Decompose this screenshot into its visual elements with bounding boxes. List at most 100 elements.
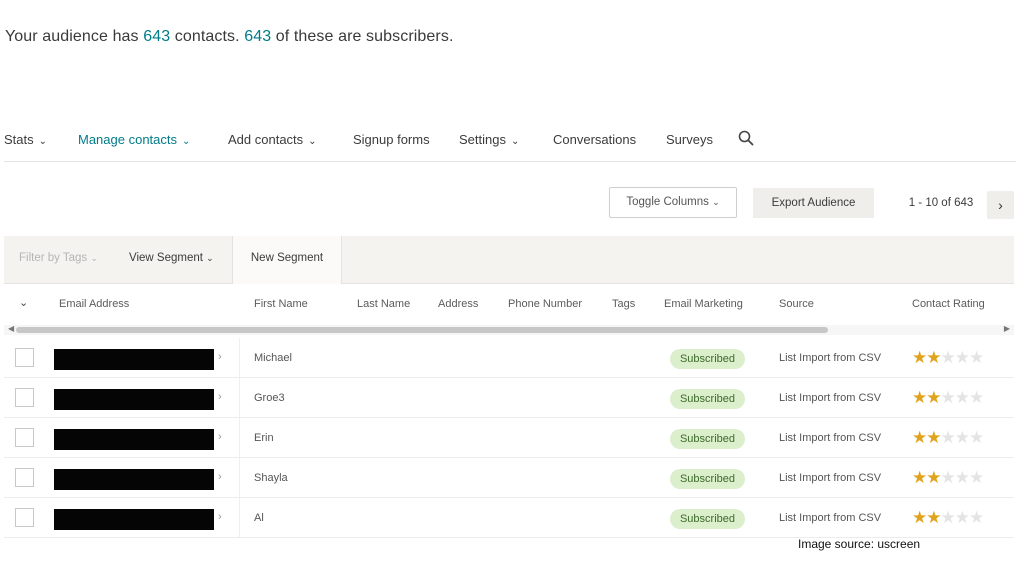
- first-name-cell: Erin: [254, 432, 274, 444]
- star-icon[interactable]: ★: [941, 388, 956, 407]
- star-icon[interactable]: ★: [912, 388, 927, 407]
- view-segment-dropdown[interactable]: View Segment ⌄: [129, 252, 214, 264]
- row-checkbox[interactable]: [15, 468, 34, 487]
- chevron-right-icon[interactable]: ›: [218, 471, 222, 483]
- chevron-down-icon: ⌄: [182, 136, 191, 147]
- star-icon[interactable]: ★: [912, 348, 927, 367]
- table-row[interactable]: › Michael Subscribed List Import from CSV ★★…: [4, 338, 1014, 378]
- audience-nav: Stats ⌄ Manage contacts ⌄ Add contacts ⌄ Si…: [4, 130, 1016, 162]
- status-badge: Subscribed: [670, 509, 745, 529]
- star-icon[interactable]: ★: [926, 508, 941, 527]
- redacted-email: [54, 509, 214, 530]
- star-icon[interactable]: ★: [926, 388, 941, 407]
- chevron-right-icon[interactable]: ›: [218, 431, 222, 443]
- star-icon[interactable]: ★: [912, 428, 927, 447]
- source-cell: List Import from CSV: [779, 472, 882, 484]
- star-icon[interactable]: ★: [969, 428, 984, 447]
- nav-conversations[interactable]: Conversations: [553, 132, 636, 147]
- scroll-thumb[interactable]: [16, 327, 828, 333]
- row-checkbox[interactable]: [15, 348, 34, 367]
- scroll-right-icon[interactable]: ▶: [1004, 324, 1010, 333]
- star-icon[interactable]: ★: [941, 508, 956, 527]
- chevron-down-icon: ⌄: [712, 197, 720, 207]
- new-segment-label: New Segment: [250, 252, 324, 264]
- nav-manage-contacts[interactable]: Manage contacts ⌄: [78, 132, 190, 147]
- source-cell: List Import from CSV: [779, 512, 882, 524]
- table-header: ⌄ Email Address First Name Last Name Add…: [4, 285, 1014, 325]
- search-icon[interactable]: [738, 130, 754, 146]
- nav-settings[interactable]: Settings ⌄: [459, 132, 519, 147]
- horizontal-scrollbar[interactable]: ◀ ▶: [4, 324, 1014, 335]
- contacts-count: 643: [143, 28, 171, 45]
- column-divider: [239, 458, 240, 498]
- col-first-name[interactable]: First Name: [254, 298, 308, 310]
- table-row[interactable]: › Erin Subscribed List Import from CSV ★★★★★: [4, 418, 1014, 458]
- chevron-down-icon[interactable]: ⌄: [19, 296, 28, 309]
- filter-bar: Filter by Tags ⌄ View Segment ⌄ New Segm…: [4, 236, 1014, 284]
- chevron-right-icon[interactable]: ›: [218, 391, 222, 403]
- star-icon[interactable]: ★: [969, 508, 984, 527]
- star-icon[interactable]: ★: [912, 468, 927, 487]
- scroll-left-icon[interactable]: ◀: [8, 324, 14, 333]
- table-row[interactable]: › Al Subscribed List Import from CSV ★★★★★: [4, 498, 1014, 538]
- nav-surveys[interactable]: Surveys: [666, 132, 713, 147]
- star-icon[interactable]: ★: [941, 348, 956, 367]
- star-icon[interactable]: ★: [969, 388, 984, 407]
- row-checkbox[interactable]: [15, 428, 34, 447]
- row-checkbox[interactable]: [15, 388, 34, 407]
- col-phone-number[interactable]: Phone Number: [508, 298, 582, 310]
- nav-stats[interactable]: Stats ⌄: [4, 132, 47, 147]
- col-contact-rating[interactable]: Contact Rating: [912, 298, 985, 310]
- chevron-right-icon: ›: [998, 197, 1003, 213]
- next-page-button[interactable]: ›: [987, 191, 1014, 219]
- redacted-email: [54, 469, 214, 490]
- source-cell: List Import from CSV: [779, 432, 882, 444]
- toggle-columns-button[interactable]: Toggle Columns ⌄: [609, 187, 737, 218]
- nav-add-contacts[interactable]: Add contacts ⌄: [228, 132, 317, 147]
- status-badge: Subscribed: [670, 429, 745, 449]
- star-icon[interactable]: ★: [969, 348, 984, 367]
- audience-summary: Your audience has 643 contacts. 643 of t…: [5, 28, 454, 46]
- nav-conversations-label: Conversations: [553, 132, 637, 147]
- chevron-down-icon: ⌄: [308, 136, 317, 147]
- col-address[interactable]: Address: [438, 298, 478, 310]
- filter-by-tags-label: Filter by Tags: [19, 252, 88, 264]
- chevron-down-icon: ⌄: [38, 136, 48, 147]
- star-icon[interactable]: ★: [926, 348, 941, 367]
- star-icon[interactable]: ★: [941, 468, 956, 487]
- col-email-marketing[interactable]: Email Marketing: [664, 298, 743, 310]
- row-checkbox[interactable]: [15, 508, 34, 527]
- summary-prefix: Your audience has: [5, 28, 144, 45]
- col-source[interactable]: Source: [779, 298, 814, 310]
- nav-signup-forms[interactable]: Signup forms: [353, 132, 430, 147]
- star-icon[interactable]: ★: [955, 348, 970, 367]
- contact-rating: ★★★★★: [912, 468, 984, 488]
- star-icon[interactable]: ★: [955, 428, 970, 447]
- first-name-cell: Groe3: [254, 392, 285, 404]
- star-icon[interactable]: ★: [926, 468, 941, 487]
- chevron-down-icon: ⌄: [90, 253, 98, 263]
- filter-by-tags-dropdown[interactable]: Filter by Tags ⌄: [19, 252, 98, 264]
- star-icon[interactable]: ★: [969, 468, 984, 487]
- star-icon[interactable]: ★: [926, 428, 941, 447]
- table-row[interactable]: › Groe3 Subscribed List Import from CSV ★★★★…: [4, 378, 1014, 418]
- star-icon[interactable]: ★: [955, 388, 970, 407]
- chevron-right-icon[interactable]: ›: [218, 351, 222, 363]
- summary-middle: contacts.: [170, 28, 245, 45]
- star-icon[interactable]: ★: [955, 468, 970, 487]
- table-row[interactable]: › Shayla Subscribed List Import from CSV ★★★…: [4, 458, 1014, 498]
- star-icon[interactable]: ★: [941, 428, 956, 447]
- col-tags[interactable]: Tags: [612, 298, 635, 310]
- status-badge: Subscribed: [670, 349, 745, 369]
- star-icon[interactable]: ★: [955, 508, 970, 527]
- export-audience-button[interactable]: Export Audience: [753, 188, 874, 218]
- new-segment-button[interactable]: New Segment: [232, 236, 342, 284]
- nav-surveys-label: Surveys: [666, 132, 713, 147]
- chevron-right-icon[interactable]: ›: [218, 511, 222, 523]
- star-icon[interactable]: ★: [912, 508, 927, 527]
- subscribers-count: 643: [244, 28, 272, 45]
- redacted-email: [54, 429, 214, 450]
- col-email-address[interactable]: Email Address: [59, 298, 129, 310]
- col-last-name[interactable]: Last Name: [357, 298, 410, 310]
- contact-rating: ★★★★★: [912, 428, 984, 448]
